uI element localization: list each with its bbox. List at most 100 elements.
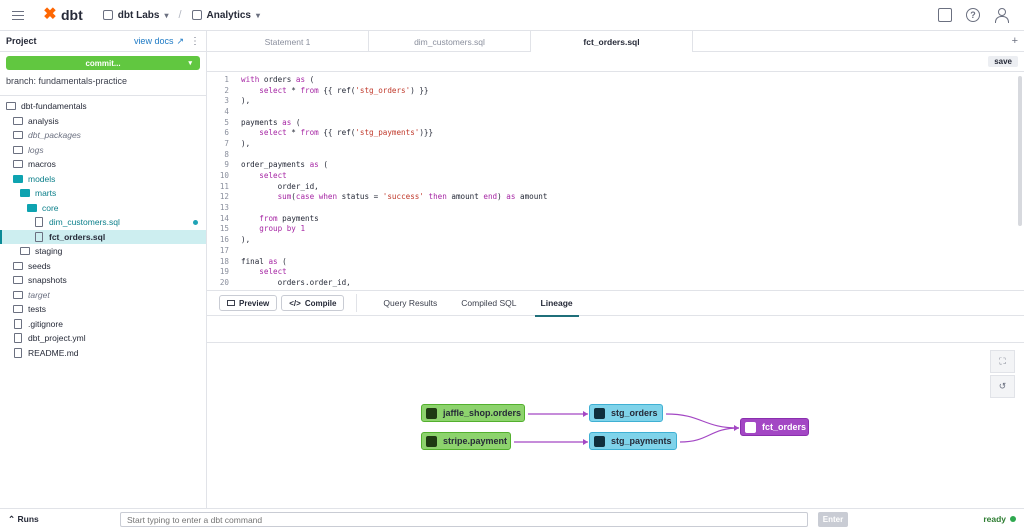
folder-icon	[13, 174, 23, 183]
chevron-down-icon[interactable]: ▾	[188, 59, 192, 67]
lineage-node[interactable]: jaffle_shop.orders	[421, 404, 525, 422]
code-line: 8	[207, 149, 1024, 160]
status-indicator: ready	[983, 514, 1016, 524]
tree-item[interactable]: dbt-fundamentals	[0, 99, 206, 114]
folder-icon	[13, 160, 23, 169]
help-icon[interactable]: ?	[966, 8, 980, 22]
code-text: ),	[241, 96, 251, 106]
divider	[356, 294, 358, 312]
tree-item-label: dbt-fundamentals	[21, 101, 87, 112]
tree-item[interactable]: macros	[0, 157, 206, 172]
lineage-node[interactable]: stripe.payment	[421, 432, 511, 450]
lineage-node-label: jaffle_shop.orders	[443, 408, 522, 418]
commit-label: commit...	[85, 58, 121, 68]
menu-icon[interactable]	[12, 10, 24, 20]
tree-item[interactable]: logs	[0, 143, 206, 158]
code-text: select * from {{ ref('stg_payments')}}	[259, 128, 434, 138]
tree-item[interactable]: .gitignore	[0, 317, 206, 332]
view-docs-link[interactable]: view docs	[134, 36, 174, 46]
status-dot	[1010, 516, 1016, 522]
tree-item[interactable]: dbt_packages	[0, 128, 206, 143]
tree-item-label: models	[28, 173, 56, 184]
model-icon	[594, 407, 605, 419]
external-link-icon: ↗	[176, 35, 184, 46]
chat-icon[interactable]	[938, 8, 952, 22]
dbt-logo-icon: ✖	[43, 6, 57, 23]
folder-icon	[13, 145, 23, 154]
tree-item-label: analysis	[28, 115, 59, 126]
line-number: 16	[219, 235, 229, 245]
chevron-up-icon: ⌃	[8, 513, 16, 524]
lineage-node[interactable]: stg_payments	[589, 432, 677, 450]
org-switcher[interactable]: dbt Labs ▾	[102, 9, 168, 21]
tree-item[interactable]: README.md	[0, 346, 206, 361]
compile-button[interactable]: </> Compile	[281, 295, 345, 311]
folder-icon	[20, 247, 30, 256]
code-text: select	[259, 171, 287, 181]
runs-toggle[interactable]: ⌃ Runs	[8, 514, 39, 525]
line-number: 3	[224, 96, 229, 106]
results-tab[interactable]: Query Results	[383, 290, 437, 316]
code-text: from payments	[259, 213, 319, 223]
code-line: 10 select	[207, 170, 1024, 181]
lineage-node[interactable]: stg_orders	[589, 404, 663, 422]
tree-item[interactable]: marts	[0, 186, 206, 201]
project-switcher[interactable]: Analytics ▾	[191, 9, 260, 21]
editor-scrollbar[interactable]	[1018, 76, 1022, 226]
line-number: 20	[219, 277, 229, 287]
tree-item-label: README.md	[28, 347, 79, 358]
tree-item[interactable]: tests	[0, 302, 206, 317]
tree-item[interactable]: target	[0, 288, 206, 303]
tree-item[interactable]: dbt_project.yml	[0, 331, 206, 346]
tree-item[interactable]: models	[0, 172, 206, 187]
code-text: select	[259, 267, 287, 277]
tree-item[interactable]: analysis	[0, 114, 206, 129]
code-line: 6 select * from {{ ref('stg_payments')}}	[207, 127, 1024, 138]
line-number: 2	[224, 85, 229, 95]
line-number: 8	[224, 149, 229, 159]
tree-item[interactable]: dim_customers.sql	[0, 215, 206, 230]
results-tab[interactable]: Lineage	[534, 290, 579, 317]
editor-tab[interactable]: Statement 1	[207, 31, 369, 52]
branch-name: branch: fundamentals-practice	[0, 74, 206, 96]
sidebar-header: Project view docs ↗ ⋮	[0, 31, 206, 52]
line-number: 13	[219, 203, 229, 213]
lineage-node[interactable]: fct_orders	[740, 418, 809, 436]
line-number: 15	[219, 224, 229, 234]
line-number: 7	[224, 138, 229, 148]
tree-item[interactable]: snapshots	[0, 273, 206, 288]
lineage-edges	[514, 411, 740, 445]
tree-item-label: core	[42, 202, 59, 213]
org-name: dbt Labs	[117, 9, 160, 21]
tree-item[interactable]: staging	[0, 244, 206, 259]
tree-item-label: dim_customers.sql	[49, 217, 120, 228]
editor-tab[interactable]: fct_orders.sql	[531, 31, 693, 52]
save-button[interactable]: save	[988, 56, 1018, 67]
tree-item[interactable]: seeds	[0, 259, 206, 274]
chevron-down-icon: ▾	[255, 10, 260, 20]
lineage-node-label: stg_orders	[611, 408, 658, 418]
code-line: 19 select	[207, 266, 1024, 277]
enter-button[interactable]: Enter	[818, 512, 848, 527]
editor-tab[interactable]: dim_customers.sql	[369, 31, 531, 52]
code-text: orders.order_id,	[277, 277, 351, 287]
user-icon[interactable]	[994, 8, 1009, 23]
tree-item[interactable]: core	[0, 201, 206, 216]
dbt-command-input[interactable]	[120, 512, 808, 527]
folder-icon	[13, 261, 23, 270]
code-text: with orders as (	[241, 74, 315, 84]
code-editor[interactable]: 1 with orders as (2 select * from {{ ref(…	[207, 72, 1024, 290]
dbt-logo[interactable]: ✖ dbt	[42, 6, 82, 24]
tree-item-label: dbt_packages	[28, 130, 81, 141]
preview-button[interactable]: Preview	[219, 295, 278, 311]
commit-button[interactable]: commit... ▾	[6, 56, 200, 70]
tree-item-label: target	[28, 289, 50, 300]
project-name: Analytics	[206, 9, 251, 21]
code-line: 2 select * from {{ ref('stg_orders') }}	[207, 85, 1024, 96]
more-options-icon[interactable]: ⋮	[190, 36, 200, 47]
tree-item[interactable]: fct_orders.sql	[0, 229, 206, 244]
add-tab-icon[interactable]: +	[1012, 35, 1018, 47]
results-tab[interactable]: Compiled SQL	[461, 290, 516, 316]
model-icon	[594, 435, 605, 447]
line-number: 12	[219, 192, 229, 202]
